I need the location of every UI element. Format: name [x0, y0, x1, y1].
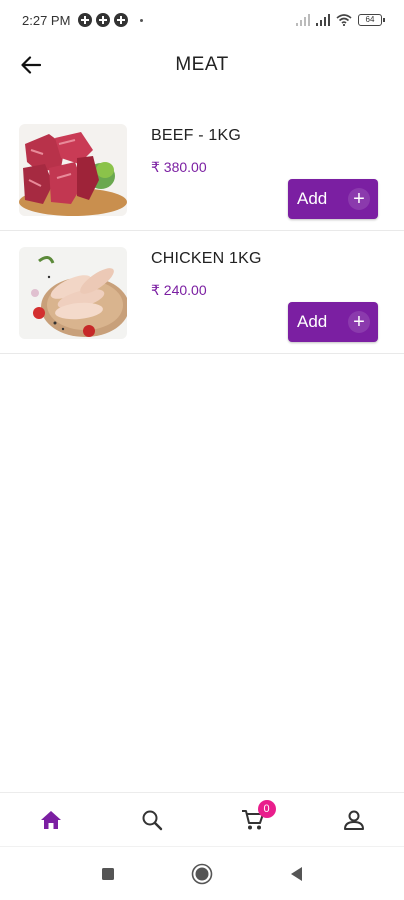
recents-button[interactable]	[96, 862, 120, 886]
nav-profile[interactable]	[303, 793, 404, 846]
nav-cart[interactable]: 0	[202, 793, 303, 846]
status-left: 2:27 PM	[22, 12, 144, 28]
status-bar: 2:27 PM 64	[0, 0, 404, 40]
notification-icon	[78, 13, 93, 27]
signal-icon	[296, 14, 310, 26]
add-button-label: Add	[297, 189, 328, 208]
system-nav-bar	[0, 846, 404, 900]
status-right: 64	[296, 14, 385, 26]
home-system-button[interactable]	[190, 862, 214, 886]
home-icon	[40, 810, 61, 829]
add-to-cart-button[interactable]: Add +	[288, 179, 378, 219]
search-icon	[142, 810, 162, 830]
cart-count-badge: 0	[257, 800, 276, 818]
more-notifications-icon	[140, 18, 144, 22]
plus-icon: +	[348, 188, 370, 210]
signal-icon	[316, 14, 330, 26]
product-image	[19, 124, 127, 216]
chicken-image	[19, 247, 127, 339]
add-button-label: Add	[297, 312, 328, 331]
product-list: BEEF - 1KG ₹ 380.00 Add + CHICKEN 1KG ₹ …	[0, 108, 404, 354]
back-system-button[interactable]	[284, 862, 308, 886]
wifi-icon	[336, 14, 352, 26]
circle-icon	[191, 863, 213, 884]
nav-search[interactable]	[101, 793, 202, 846]
status-time: 2:27 PM	[22, 12, 71, 28]
add-to-cart-button[interactable]: Add +	[288, 302, 378, 342]
profile-icon	[343, 810, 364, 830]
notification-icon	[96, 13, 111, 27]
product-image	[19, 247, 127, 339]
square-icon	[102, 867, 114, 880]
plus-icon: +	[348, 311, 370, 333]
product-card: CHICKEN 1KG ₹ 240.00 Add +	[0, 231, 404, 354]
bottom-nav: 0	[0, 792, 404, 846]
nav-home[interactable]	[0, 793, 101, 846]
app-header: MEAT	[0, 40, 404, 90]
product-card: BEEF - 1KG ₹ 380.00 Add +	[0, 108, 404, 231]
page-title: MEAT	[175, 54, 229, 75]
battery-icon: 64	[358, 14, 385, 26]
product-name: CHICKEN 1KG	[151, 250, 262, 267]
product-name: BEEF - 1KG	[151, 127, 242, 144]
product-price: ₹ 380.00	[151, 159, 207, 175]
notification-icon	[114, 13, 129, 27]
beef-image	[19, 124, 127, 216]
triangle-back-icon	[291, 866, 302, 881]
product-price: ₹ 240.00	[151, 282, 207, 298]
